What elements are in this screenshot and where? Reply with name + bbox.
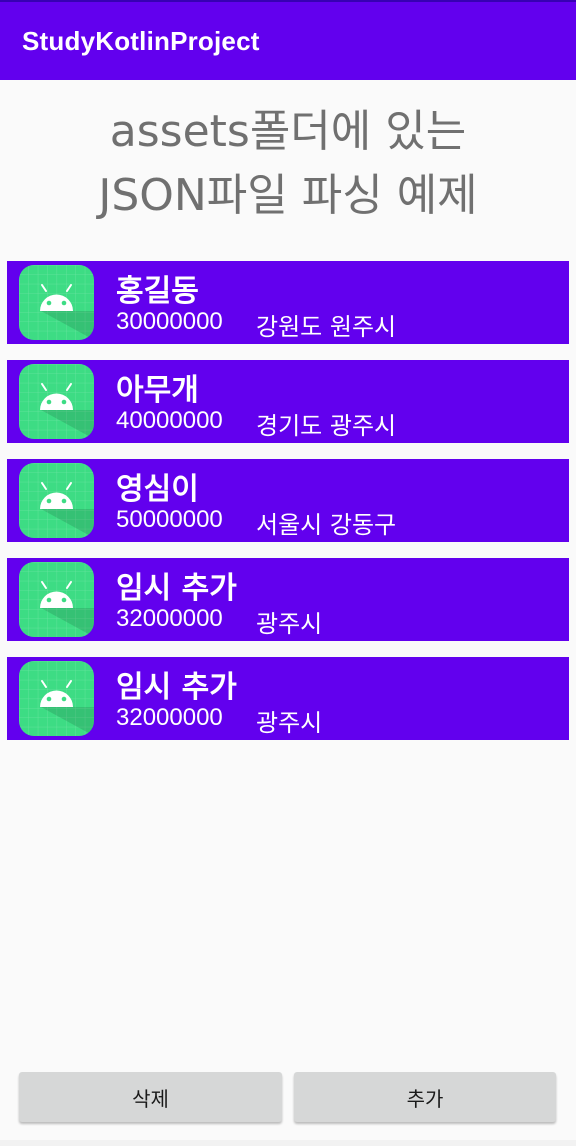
android-icon [19, 661, 94, 736]
item-address: 강원도 원주시 [256, 313, 397, 341]
list-item[interactable]: 임시 추가 32000000 광주시 [7, 657, 569, 740]
item-address: 서울시 강동구 [256, 511, 397, 539]
item-name: 임시 추가 [116, 571, 237, 606]
heading-line-2: JSON파일 파싱 예제 [98, 170, 478, 221]
item-name: 홍길동 [116, 274, 199, 309]
item-address: 경기도 광주시 [256, 412, 397, 440]
android-icon [19, 562, 94, 637]
item-address: 광주시 [256, 610, 323, 638]
item-salary: 50000000 [116, 506, 223, 533]
item-name: 임시 추가 [116, 670, 237, 705]
android-icon [19, 364, 94, 439]
add-button[interactable]: 추가 [294, 1072, 556, 1122]
list-item[interactable]: 영심이 50000000 서울시 강동구 [7, 459, 569, 542]
app-bar: StudyKotlinProject [0, 0, 576, 80]
item-name: 아무개 [116, 373, 199, 408]
item-salary: 40000000 [116, 407, 223, 434]
person-list: 홍길동 30000000 강원도 원주시 아무개 40000000 경기도 광주… [7, 261, 569, 756]
item-salary: 32000000 [116, 605, 223, 632]
list-item[interactable]: 홍길동 30000000 강원도 원주시 [7, 261, 569, 344]
list-item[interactable]: 임시 추가 32000000 광주시 [7, 558, 569, 641]
page-heading: assets폴더에 있는 JSON파일 파싱 예제 [0, 100, 576, 228]
item-salary: 30000000 [116, 308, 223, 335]
item-salary: 32000000 [116, 704, 223, 731]
item-address: 광주시 [256, 709, 323, 737]
app-title: StudyKotlinProject [22, 26, 260, 56]
heading-line-1: assets폴더에 있는 [109, 106, 467, 157]
delete-button[interactable]: 삭제 [19, 1072, 282, 1122]
bottom-edge [0, 1140, 576, 1146]
item-name: 영심이 [116, 472, 199, 507]
list-item[interactable]: 아무개 40000000 경기도 광주시 [7, 360, 569, 443]
android-icon [19, 463, 94, 538]
android-icon [19, 265, 94, 340]
